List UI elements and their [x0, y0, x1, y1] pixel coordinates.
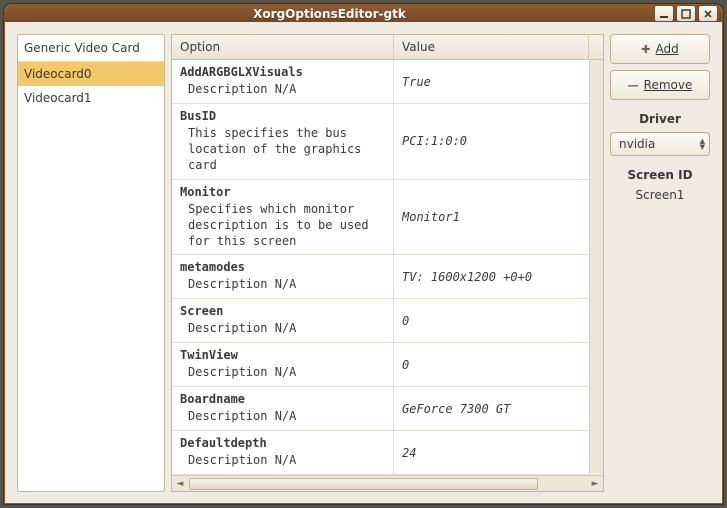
right-panel: Add Remove Driver nvidia ▲▼ Screen ID Sc…: [610, 34, 710, 492]
minimize-button[interactable]: [654, 5, 674, 22]
value-cell[interactable]: Monitor1: [394, 180, 589, 255]
add-button-label: Add: [655, 42, 678, 56]
screenid-heading: Screen ID: [610, 168, 710, 182]
column-header-value[interactable]: Value: [394, 35, 589, 59]
value-cell[interactable]: TV: 1600x1200 +0+0: [394, 255, 589, 298]
column-header-option[interactable]: Option: [172, 35, 394, 59]
option-cell: BusIDThis specifies the bus location of …: [172, 104, 394, 179]
table-row[interactable]: BoardnameDescription N/AGeForce 7300 GT: [172, 387, 589, 431]
value-cell[interactable]: True: [394, 60, 589, 103]
option-cell: MonitorSpecifies which monitor descripti…: [172, 180, 394, 255]
options-table: Option Value AddARGBGLXVisualsDescriptio…: [171, 34, 604, 492]
option-description: Description N/A: [180, 406, 385, 424]
option-description: This specifies the bus location of the g…: [180, 123, 385, 174]
option-cell: BoardnameDescription N/A: [172, 387, 394, 430]
sidebar-header: Generic Video Card: [18, 35, 164, 62]
option-description: Description N/A: [180, 79, 385, 97]
option-name: BusID: [180, 109, 385, 123]
maximize-button[interactable]: [676, 5, 696, 22]
option-description: Description N/A: [180, 318, 385, 336]
scroll-left-arrow-icon[interactable]: ◄: [172, 479, 188, 489]
option-description: Specifies which monitor description is t…: [180, 199, 385, 250]
minus-icon: [628, 78, 639, 92]
option-description: Description N/A: [180, 450, 385, 468]
close-window-button[interactable]: [698, 5, 718, 22]
scrollbar-track[interactable]: [189, 478, 586, 490]
table-body[interactable]: AddARGBGLXVisualsDescription N/ATrueBusI…: [172, 60, 589, 475]
driver-heading: Driver: [610, 112, 710, 126]
remove-button-label: Remove: [644, 78, 693, 92]
sidebar-item-videocard1[interactable]: Videocard1: [18, 86, 164, 110]
option-cell: DefaultdepthDescription N/A: [172, 431, 394, 474]
table-row[interactable]: DefaultdepthDescription N/A24: [172, 431, 589, 475]
vertical-scrollbar[interactable]: [589, 60, 603, 475]
option-name: Screen: [180, 304, 385, 318]
table-row[interactable]: metamodesDescription N/ATV: 1600x1200 +0…: [172, 255, 589, 299]
combo-spinner-icon: ▲▼: [700, 138, 705, 150]
scroll-right-arrow-icon[interactable]: ►: [587, 479, 603, 489]
option-cell: ScreenDescription N/A: [172, 299, 394, 342]
table-row[interactable]: TwinViewDescription N/A0: [172, 343, 589, 387]
value-cell[interactable]: 0: [394, 343, 589, 386]
driver-value: nvidia: [619, 137, 655, 151]
content-area: Generic Video Card Videocard0Videocard1 …: [5, 22, 722, 498]
window-title: XorgOptionsEditor-gtk: [5, 7, 654, 21]
add-button[interactable]: Add: [610, 34, 710, 64]
option-description: Description N/A: [180, 362, 385, 380]
option-description: Description N/A: [180, 274, 385, 292]
option-name: AddARGBGLXVisuals: [180, 65, 385, 79]
device-sidebar: Generic Video Card Videocard0Videocard1: [17, 34, 165, 492]
driver-combobox[interactable]: nvidia ▲▼: [610, 132, 710, 156]
action-bar: Unlock Apply Close: [5, 498, 722, 504]
remove-button[interactable]: Remove: [610, 70, 710, 100]
value-cell[interactable]: 0: [394, 299, 589, 342]
option-cell: TwinViewDescription N/A: [172, 343, 394, 386]
sidebar-item-videocard0[interactable]: Videocard0: [18, 62, 164, 86]
value-cell[interactable]: PCI:1:0:0: [394, 104, 589, 179]
option-name: Monitor: [180, 185, 385, 199]
plus-icon: [641, 42, 650, 56]
option-cell: metamodesDescription N/A: [172, 255, 394, 298]
table-row[interactable]: MonitorSpecifies which monitor descripti…: [172, 180, 589, 256]
titlebar[interactable]: XorgOptionsEditor-gtk: [5, 5, 722, 22]
scrollbar-thumb[interactable]: [189, 478, 538, 490]
option-name: Boardname: [180, 392, 385, 406]
table-header-row: Option Value: [172, 35, 603, 60]
screenid-value: Screen1: [610, 188, 710, 202]
window-controls: [654, 5, 718, 22]
option-name: Defaultdepth: [180, 436, 385, 450]
horizontal-scrollbar[interactable]: ◄ ►: [172, 475, 603, 491]
option-name: TwinView: [180, 348, 385, 362]
table-row[interactable]: ScreenDescription N/A0: [172, 299, 589, 343]
option-name: metamodes: [180, 260, 385, 274]
table-row[interactable]: AddARGBGLXVisualsDescription N/ATrue: [172, 60, 589, 104]
option-cell: AddARGBGLXVisualsDescription N/A: [172, 60, 394, 103]
table-row[interactable]: BusIDThis specifies the bus location of …: [172, 104, 589, 180]
value-cell[interactable]: GeForce 7300 GT: [394, 387, 589, 430]
app-window: XorgOptionsEditor-gtk Generic Video Card…: [4, 4, 723, 504]
value-cell[interactable]: 24: [394, 431, 589, 474]
